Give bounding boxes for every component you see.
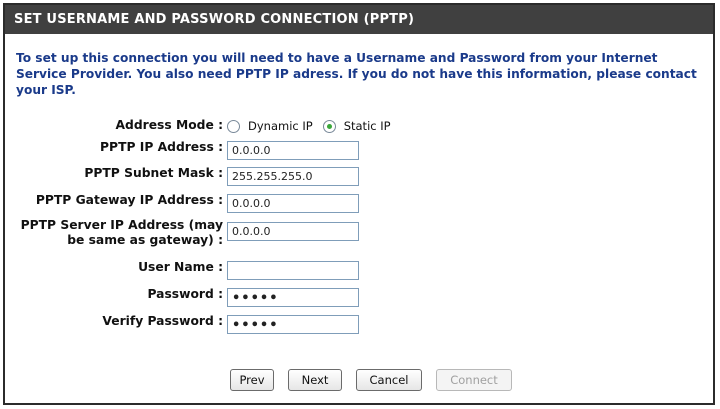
password-input[interactable]: ••••• bbox=[227, 288, 359, 307]
section-header: SET USERNAME AND PASSWORD CONNECTION (PP… bbox=[5, 5, 713, 34]
next-button[interactable]: Next bbox=[288, 369, 342, 391]
verify-password-label: Verify Password : bbox=[102, 314, 223, 328]
static-ip-radio[interactable] bbox=[322, 119, 336, 133]
pptp-setup-panel: SET USERNAME AND PASSWORD CONNECTION (PP… bbox=[3, 3, 715, 405]
connect-button[interactable]: Connect bbox=[436, 369, 512, 391]
dynamic-ip-radio[interactable] bbox=[227, 119, 240, 133]
pptp-ip-label: PPTP IP Address : bbox=[100, 140, 223, 154]
static-ip-label: Static IP bbox=[343, 119, 391, 133]
address-mode-radios: Dynamic IP Static IP bbox=[227, 119, 401, 133]
password-label: Password : bbox=[147, 287, 224, 301]
subnet-input[interactable]: 255.255.255.0 bbox=[227, 167, 359, 186]
subnet-label: PPTP Subnet Mask : bbox=[84, 166, 223, 180]
intro-text: To set up this connection you will need … bbox=[16, 51, 697, 97]
server-label: PPTP Server IP Address (may be same as g… bbox=[20, 218, 223, 247]
verify-password-input[interactable]: ••••• bbox=[227, 315, 359, 334]
username-label: User Name : bbox=[138, 260, 223, 274]
cancel-button[interactable]: Cancel bbox=[356, 369, 422, 391]
address-mode-label: Address Mode : bbox=[115, 118, 223, 132]
gateway-label: PPTP Gateway IP Address : bbox=[35, 193, 223, 207]
username-input[interactable] bbox=[227, 261, 359, 280]
server-input[interactable]: 0.0.0.0 bbox=[227, 222, 359, 241]
dynamic-ip-label: Dynamic IP bbox=[248, 119, 313, 133]
pptp-ip-input[interactable]: 0.0.0.0 bbox=[227, 141, 359, 160]
gateway-input[interactable]: 0.0.0.0 bbox=[227, 194, 359, 213]
prev-button[interactable]: Prev bbox=[230, 369, 274, 391]
